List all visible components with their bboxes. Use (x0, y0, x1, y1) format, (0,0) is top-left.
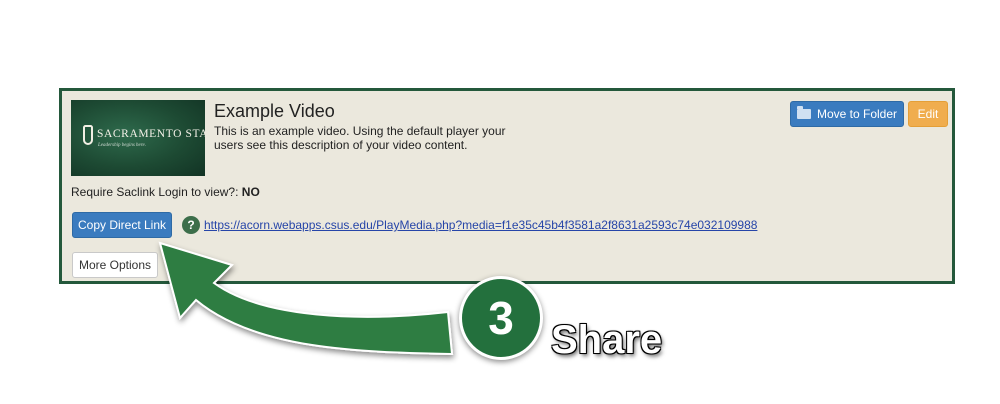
step-label: Share (551, 318, 663, 362)
step-number-badge: 3 (459, 276, 543, 360)
curved-arrow (158, 241, 454, 356)
